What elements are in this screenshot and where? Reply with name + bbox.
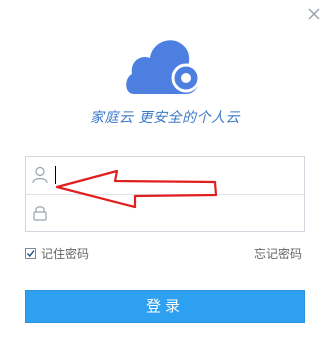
username-field-row [26, 157, 304, 195]
login-form [25, 156, 305, 232]
username-input[interactable] [53, 163, 293, 187]
login-button[interactable]: 登录 [25, 290, 305, 323]
tagline: 家庭云 更安全的个人云 [90, 110, 240, 126]
text-caret [55, 166, 56, 184]
remember-password-toggle[interactable]: 记住密码 [25, 245, 89, 261]
cloud-logo-icon [124, 34, 204, 96]
login-window: 家庭云 更安全的个人云 记住密码 忘记密码 登录 [0, 0, 330, 364]
forgot-password-link[interactable]: 忘记密码 [254, 245, 302, 262]
password-field-row [26, 195, 304, 232]
user-icon [32, 166, 48, 184]
remember-checkbox[interactable] [25, 247, 36, 259]
remember-label: 记住密码 [41, 246, 90, 261]
close-icon[interactable] [306, 6, 322, 22]
lock-icon [32, 204, 48, 222]
password-input[interactable] [53, 201, 293, 225]
